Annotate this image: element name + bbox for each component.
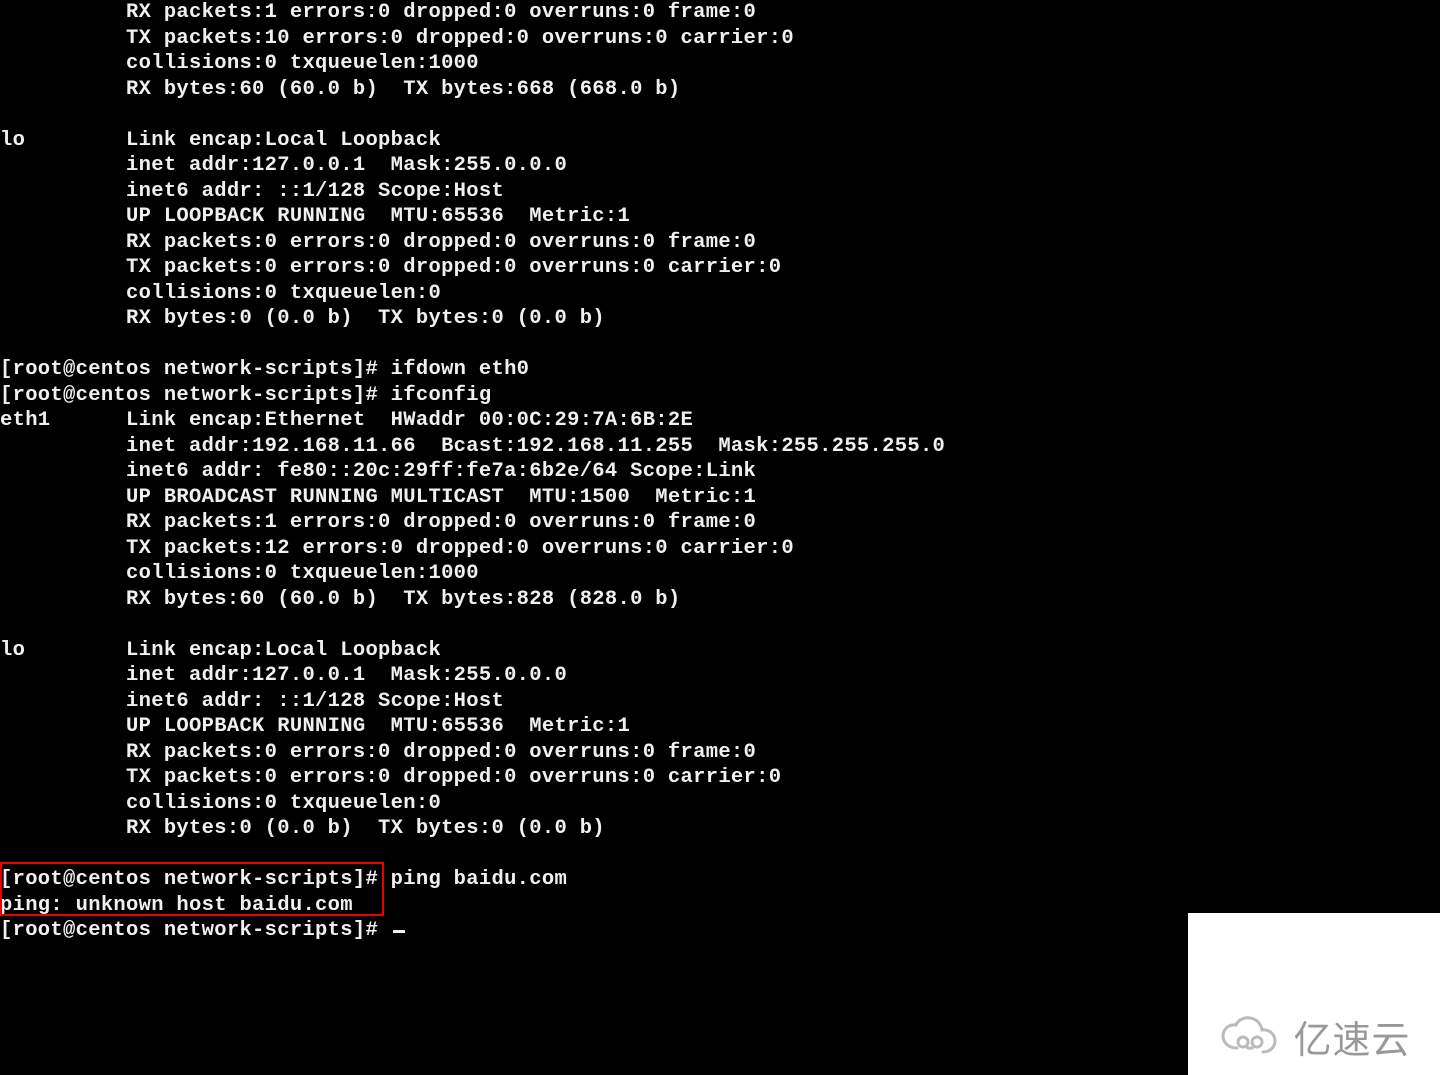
terminal-line [0, 102, 1440, 128]
terminal-line: UP BROADCAST RUNNING MULTICAST MTU:1500 … [0, 485, 1440, 511]
terminal-line: lo Link encap:Local Loopback [0, 128, 1440, 154]
terminal-line: UP LOOPBACK RUNNING MTU:65536 Metric:1 [0, 714, 1440, 740]
terminal-line: collisions:0 txqueuelen:1000 [0, 51, 1440, 77]
terminal-line: RX bytes:0 (0.0 b) TX bytes:0 (0.0 b) [0, 306, 1440, 332]
terminal-line: [root@centos network-scripts]# ifdown et… [0, 357, 1440, 383]
terminal-line: [root@centos network-scripts]# ping baid… [0, 867, 1440, 893]
terminal-line: [root@centos network-scripts]# ifconfig [0, 383, 1440, 409]
terminal-line: collisions:0 txqueuelen:0 [0, 791, 1440, 817]
terminal-line: inet6 addr: ::1/128 Scope:Host [0, 689, 1440, 715]
watermark: 亿速云 [1188, 913, 1440, 1075]
terminal-line [0, 612, 1440, 638]
cloud-icon [1217, 1016, 1281, 1056]
terminal-line: TX packets:0 errors:0 dropped:0 overruns… [0, 765, 1440, 791]
terminal-line: TX packets:10 errors:0 dropped:0 overrun… [0, 26, 1440, 52]
terminal-line: inet addr:127.0.0.1 Mask:255.0.0.0 [0, 663, 1440, 689]
terminal-line: collisions:0 txqueuelen:1000 [0, 561, 1440, 587]
terminal-line: inet6 addr: ::1/128 Scope:Host [0, 179, 1440, 205]
terminal-line: UP LOOPBACK RUNNING MTU:65536 Metric:1 [0, 204, 1440, 230]
terminal-line: inet6 addr: fe80::20c:29ff:fe7a:6b2e/64 … [0, 459, 1440, 485]
terminal-line: TX packets:0 errors:0 dropped:0 overruns… [0, 255, 1440, 281]
terminal-line: RX bytes:60 (60.0 b) TX bytes:828 (828.0… [0, 587, 1440, 613]
terminal-line: lo Link encap:Local Loopback [0, 638, 1440, 664]
terminal-line [0, 842, 1440, 868]
terminal-line [0, 332, 1440, 358]
terminal-line: TX packets:12 errors:0 dropped:0 overrun… [0, 536, 1440, 562]
terminal-line: RX packets:1 errors:0 dropped:0 overruns… [0, 510, 1440, 536]
terminal-line: RX bytes:0 (0.0 b) TX bytes:0 (0.0 b) [0, 816, 1440, 842]
terminal-line: collisions:0 txqueuelen:0 [0, 281, 1440, 307]
terminal-line: RX bytes:60 (60.0 b) TX bytes:668 (668.0… [0, 77, 1440, 103]
terminal-line: RX packets:1 errors:0 dropped:0 overruns… [0, 0, 1440, 26]
terminal-output[interactable]: RX packets:1 errors:0 dropped:0 overruns… [0, 0, 1440, 944]
terminal-line: RX packets:0 errors:0 dropped:0 overruns… [0, 740, 1440, 766]
terminal-line: inet addr:192.168.11.66 Bcast:192.168.11… [0, 434, 1440, 460]
terminal-line: inet addr:127.0.0.1 Mask:255.0.0.0 [0, 153, 1440, 179]
terminal-line: RX packets:0 errors:0 dropped:0 overruns… [0, 230, 1440, 256]
terminal-line: eth1 Link encap:Ethernet HWaddr 00:0C:29… [0, 408, 1440, 434]
watermark-text: 亿速云 [1293, 1009, 1410, 1064]
terminal-cursor [393, 930, 405, 933]
